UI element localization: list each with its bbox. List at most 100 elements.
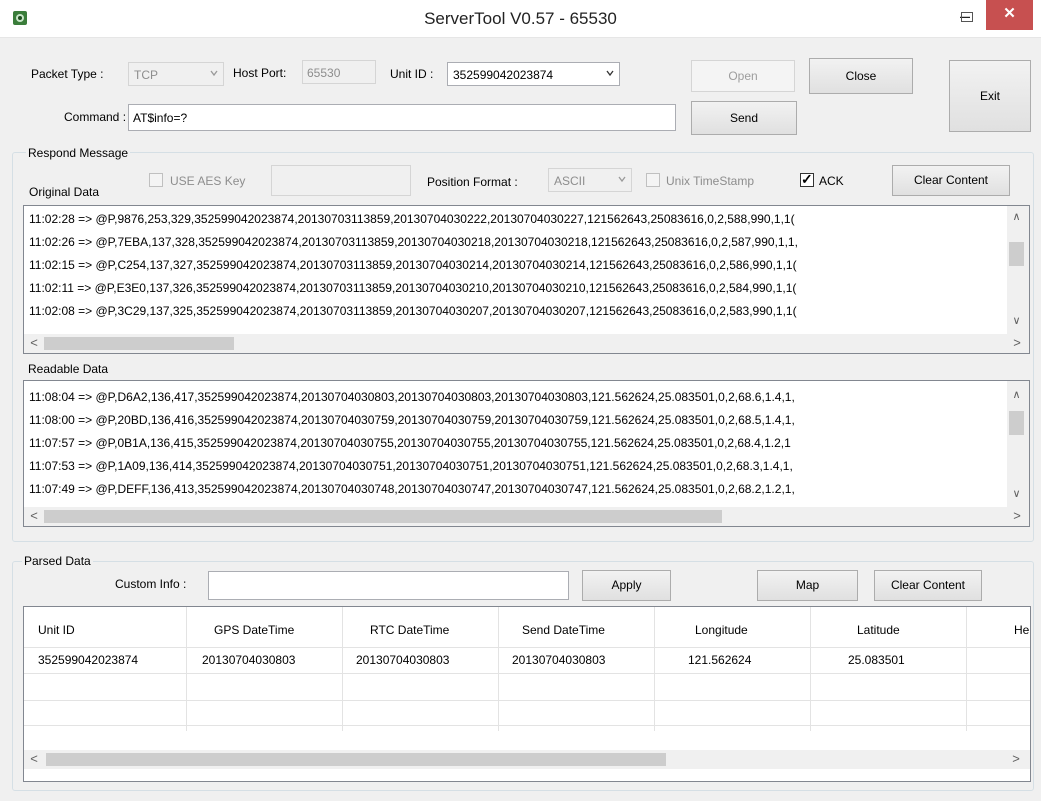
clear-parsed-label: Clear Content [890, 578, 966, 592]
column-header[interactable]: Unit ID [38, 623, 75, 637]
table-horizontal-scrollbar[interactable]: < > [24, 750, 1030, 769]
send-button-label: Send [729, 111, 759, 125]
scroll-down-icon[interactable]: ∨ [1007, 314, 1026, 330]
list-item[interactable]: 11:02:11 => @P,E3E0,137,326,352599042023… [29, 281, 796, 295]
command-input[interactable]: AT$info=? [128, 104, 676, 131]
exit-button[interactable]: Exit [949, 60, 1031, 132]
chevron-down-icon [606, 70, 614, 77]
original-data-list[interactable]: 11:02:28 => @P,9876,253,329,352599042023… [23, 205, 1030, 354]
map-button-label: Map [795, 578, 820, 592]
clear-original-button[interactable]: Clear Content [892, 165, 1010, 196]
grid-line [24, 647, 1030, 648]
readable-data-list[interactable]: 11:08:04 => @P,D6A2,136,417,352599042023… [23, 380, 1030, 527]
use-aes-checkbox[interactable] [149, 173, 163, 187]
column-header[interactable]: Send DateTime [522, 623, 605, 637]
close-window-button[interactable]: ✕ [986, 0, 1033, 30]
packet-type-select[interactable]: TCP [128, 62, 224, 86]
ack-label: ACK [819, 174, 844, 188]
scroll-left-icon[interactable]: < [26, 508, 42, 524]
scroll-down-icon[interactable]: ∨ [1007, 487, 1026, 503]
scroll-right-icon[interactable]: > [1009, 508, 1025, 524]
apply-button-label: Apply [611, 578, 642, 592]
ack-checkbox[interactable]: ✓ [800, 171, 814, 187]
scroll-up-icon[interactable]: ∧ [1007, 210, 1026, 226]
list-item[interactable]: 11:08:00 => @P,20BD,136,416,352599042023… [29, 413, 795, 427]
list-item[interactable]: 11:02:08 => @P,3C29,137,325,352599042023… [29, 304, 797, 318]
scroll-right-icon[interactable]: > [1008, 751, 1024, 767]
aes-key-field[interactable] [271, 165, 411, 196]
original-vertical-scrollbar[interactable]: ∧ ∨ [1007, 206, 1029, 334]
parsed-data-table[interactable]: Unit ID GPS DateTime RTC DateTime Send D… [23, 606, 1031, 782]
readable-data-label: Readable Data [28, 362, 109, 376]
respond-message-title: Respond Message [26, 146, 131, 160]
column-header[interactable]: RTC DateTime [370, 623, 449, 637]
list-item[interactable]: 11:07:57 => @P,0B1A,136,415,352599042023… [29, 436, 791, 450]
table-cell[interactable]: 352599042023874 [38, 653, 138, 667]
map-button[interactable]: Map [757, 570, 858, 601]
table-cell[interactable]: 25.083501 [848, 653, 905, 667]
table-cell[interactable]: 20130704030803 [356, 653, 449, 667]
list-item[interactable]: 11:02:28 => @P,9876,253,329,352599042023… [29, 212, 795, 226]
parsed-data-title: Parsed Data [22, 554, 93, 568]
maximize-icon [961, 12, 973, 22]
unix-timestamp-label: Unix TimeStamp [666, 174, 755, 188]
column-header[interactable]: Latitude [857, 623, 900, 637]
scroll-left-icon[interactable]: < [26, 751, 42, 767]
apply-button[interactable]: Apply [582, 570, 671, 601]
close-button-label: Close [845, 69, 877, 83]
close-button[interactable]: Close [809, 58, 913, 94]
title-bar[interactable]: ServerTool V0.57 - 65530 – ✕ [0, 0, 1041, 38]
list-item[interactable]: 11:07:49 => @P,DEFF,136,413,352599042023… [29, 482, 795, 496]
use-aes-label: USE AES Key [170, 174, 246, 188]
scroll-thumb[interactable] [1009, 242, 1024, 266]
grid-line [24, 725, 1030, 726]
packet-type-label: Packet Type : [31, 67, 104, 81]
unit-id-label: Unit ID : [390, 67, 434, 81]
grid-line [810, 607, 811, 731]
grid-line [24, 700, 1030, 701]
scroll-left-icon[interactable]: < [26, 335, 42, 351]
grid-line [342, 607, 343, 731]
unit-id-value: 352599042023874 [453, 68, 554, 82]
scroll-thumb[interactable] [46, 753, 666, 766]
grid-line [24, 673, 1030, 674]
grid-line [186, 607, 187, 731]
chevron-down-icon [618, 176, 626, 183]
host-port-value: 65530 [307, 66, 341, 80]
original-horizontal-scrollbar[interactable]: < > [24, 334, 1029, 353]
packet-type-value: TCP [134, 68, 158, 82]
list-item[interactable]: 11:07:53 => @P,1A09,136,414,352599042023… [29, 459, 793, 473]
command-value: AT$info=? [133, 111, 188, 125]
send-button[interactable]: Send [691, 101, 797, 135]
scroll-up-icon[interactable]: ∧ [1007, 388, 1026, 404]
column-header[interactable]: Longitude [695, 623, 748, 637]
host-port-field[interactable]: 65530 [302, 60, 376, 84]
table-cell[interactable]: 121.562624 [688, 653, 751, 667]
custom-info-label: Custom Info : [115, 577, 187, 591]
column-header[interactable]: He [1014, 623, 1029, 637]
clear-parsed-button[interactable]: Clear Content [874, 570, 982, 601]
scroll-thumb[interactable] [44, 510, 722, 523]
table-cell[interactable]: 20130704030803 [202, 653, 295, 667]
chevron-down-icon [210, 70, 218, 77]
unix-timestamp-checkbox[interactable] [646, 173, 660, 187]
list-item[interactable]: 11:02:15 => @P,C254,137,327,352599042023… [29, 258, 797, 272]
table-cell[interactable]: 20130704030803 [512, 653, 605, 667]
custom-info-input[interactable] [208, 571, 569, 600]
list-item[interactable]: 11:08:04 => @P,D6A2,136,417,352599042023… [29, 390, 795, 404]
position-format-select[interactable]: ASCII [548, 168, 632, 192]
readable-horizontal-scrollbar[interactable]: < > [24, 507, 1029, 526]
scroll-thumb[interactable] [1009, 411, 1024, 435]
unit-id-select[interactable]: 352599042023874 [447, 62, 620, 86]
open-button[interactable]: Open [691, 60, 795, 92]
column-header[interactable]: GPS DateTime [214, 623, 294, 637]
maximize-button[interactable] [958, 4, 978, 30]
scroll-thumb[interactable] [44, 337, 234, 350]
readable-vertical-scrollbar[interactable]: ∧ ∨ [1007, 381, 1029, 507]
position-format-value: ASCII [554, 174, 586, 188]
window-title: ServerTool V0.57 - 65530 [424, 9, 617, 28]
scroll-right-icon[interactable]: > [1009, 335, 1025, 351]
grid-line [498, 607, 499, 731]
list-item[interactable]: 11:02:26 => @P,7EBA,137,328,352599042023… [29, 235, 798, 249]
original-data-label: Original Data [29, 185, 100, 199]
